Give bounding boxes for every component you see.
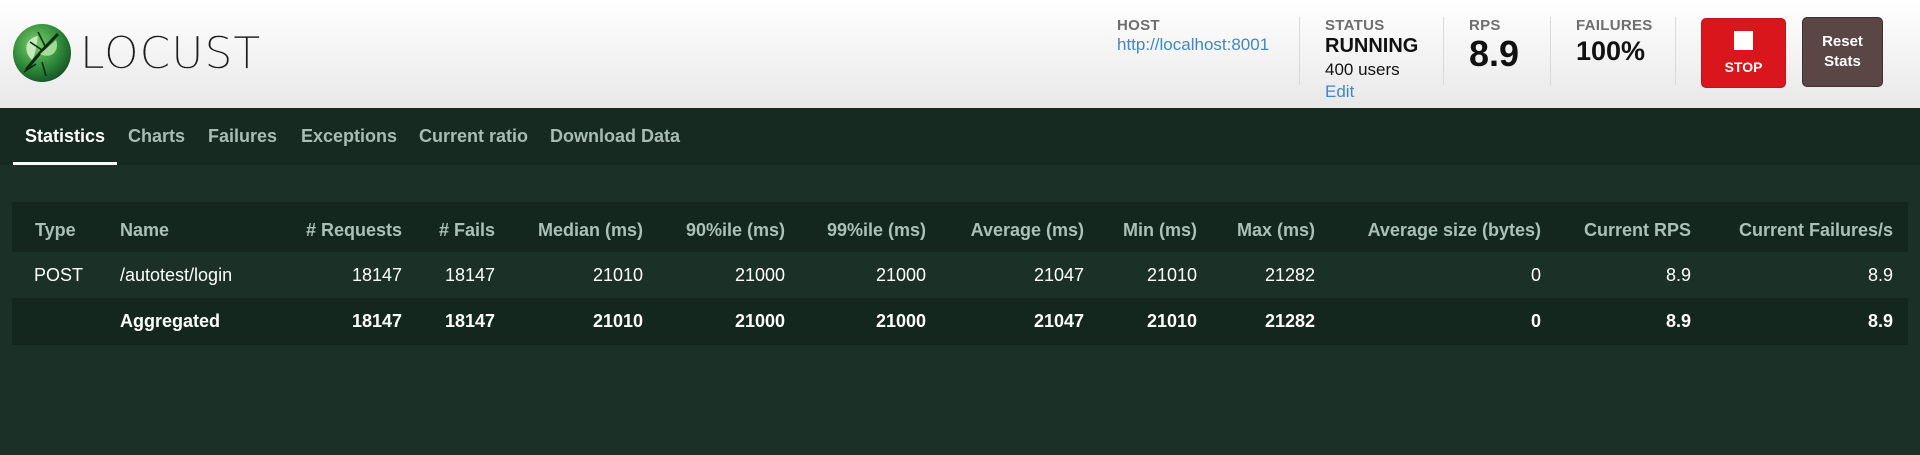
cell-requests: 18147	[351, 264, 402, 285]
tab-download-data[interactable]: Download Data	[550, 108, 680, 165]
reset-label-line1: Reset	[1822, 33, 1863, 50]
user-count: 400 users	[1325, 60, 1400, 79]
column-header[interactable]: # Fails	[402, 208, 495, 252]
tab-failures[interactable]: Failures	[208, 108, 277, 165]
aggregated-row: Aggregated 18147 18147 21010 21000 21000…	[12, 298, 1908, 344]
rps-info: RPS 8.9	[1469, 17, 1519, 75]
stop-button[interactable]: STOP	[1701, 18, 1786, 88]
header-divider	[1675, 17, 1676, 85]
host-link[interactable]: http://localhost:8001	[1117, 35, 1269, 55]
cell-fails: 18147	[444, 264, 495, 285]
tab-bar: Statistics Charts Failures Exceptions Cu…	[0, 108, 1920, 165]
rps-label: RPS	[1469, 17, 1501, 34]
column-header[interactable]: # Requests	[250, 208, 402, 252]
reset-label-line2: Stats	[1824, 53, 1861, 70]
cell-median: 21010	[592, 264, 643, 285]
column-header[interactable]: 99%ile (ms)	[785, 208, 926, 252]
host-info: HOST http://localhost:8001	[1117, 17, 1269, 55]
status-info: STATUS RUNNING 400 users Edit	[1325, 17, 1418, 102]
host-label: HOST	[1117, 17, 1160, 34]
reset-stats-button[interactable]: Reset Stats	[1802, 17, 1883, 87]
column-header[interactable]: Average (ms)	[926, 208, 1084, 252]
column-header[interactable]: 90%ile (ms)	[643, 208, 785, 252]
cell-p90: 21000	[734, 264, 785, 285]
cell-name: /autotest/login	[120, 264, 233, 285]
rps-value: 8.9	[1469, 33, 1520, 74]
cell-average: 21047	[1033, 264, 1084, 285]
failures-value: 100%	[1576, 36, 1646, 66]
cell-avg-size: 0	[1530, 310, 1541, 331]
stop-label: STOP	[1724, 59, 1763, 75]
cell-max: 21282	[1264, 264, 1315, 285]
cell-current-failures: 8.9	[1867, 264, 1893, 285]
cell-median: 21010	[592, 310, 643, 331]
reset-stats-label: Reset Stats	[1822, 32, 1863, 72]
table-row: POST /autotest/login 18147 18147 21010 2…	[12, 252, 1908, 298]
column-header[interactable]: Current Failures/s	[1691, 208, 1893, 252]
column-header[interactable]: Average size (bytes)	[1315, 208, 1541, 252]
cell-average: 21047	[1033, 310, 1084, 331]
top-header: LOCUST HOST http://localhost:8001 STATUS…	[0, 0, 1920, 108]
column-header[interactable]: Name	[120, 208, 169, 252]
cell-min: 21010	[1146, 264, 1197, 285]
tab-current-ratio[interactable]: Current ratio	[419, 108, 528, 165]
cell-min: 21010	[1146, 310, 1197, 331]
brand-name: LOCUST	[80, 27, 262, 79]
failures-label: FAILURES	[1576, 17, 1653, 34]
column-header[interactable]: Min (ms)	[1084, 208, 1197, 252]
cell-current-rps: 8.9	[1665, 264, 1691, 285]
cell-current-failures: 8.9	[1867, 310, 1893, 331]
cell-requests: 18147	[351, 310, 402, 331]
cell-p99: 21000	[875, 264, 926, 285]
edit-link[interactable]: Edit	[1325, 82, 1418, 102]
cell-p90: 21000	[734, 310, 785, 331]
column-header[interactable]: Type	[35, 208, 76, 252]
table-header-row: Type Name # Requests # Fails Median (ms)…	[12, 208, 1908, 252]
cell-fails: 18147	[444, 310, 495, 331]
status-value: RUNNING	[1325, 35, 1419, 57]
status-label: STATUS	[1325, 17, 1385, 34]
cell-type: POST	[34, 264, 84, 285]
cell-avg-size: 0	[1530, 264, 1541, 285]
statistics-table: Type Name # Requests # Fails Median (ms)…	[12, 202, 1908, 345]
cell-p99: 21000	[875, 310, 926, 331]
header-divider	[1443, 17, 1444, 85]
failures-info: FAILURES 100%	[1576, 17, 1653, 67]
locust-logo-icon	[13, 24, 71, 82]
column-header[interactable]: Median (ms)	[495, 208, 643, 252]
cell-current-rps: 8.9	[1665, 310, 1691, 331]
header-divider	[1550, 17, 1551, 85]
brand-logo[interactable]: LOCUST	[12, 20, 261, 86]
tab-statistics[interactable]: Statistics	[13, 108, 118, 165]
column-header[interactable]: Max (ms)	[1197, 208, 1315, 252]
stop-icon	[1734, 31, 1753, 50]
cell-max: 21282	[1264, 310, 1315, 331]
cell-name: Aggregated	[120, 310, 221, 331]
header-divider	[1299, 17, 1300, 85]
tab-charts[interactable]: Charts	[128, 108, 185, 165]
tab-exceptions[interactable]: Exceptions	[301, 108, 397, 165]
column-header[interactable]: Current RPS	[1541, 208, 1691, 252]
